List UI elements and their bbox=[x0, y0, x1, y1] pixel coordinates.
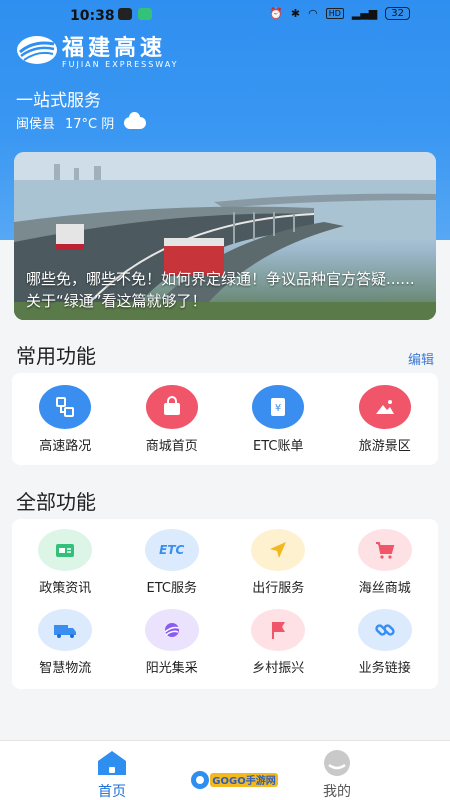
common-functions-grid: 高速路况 商城首页 ¥ ETC账单 旅游景区 bbox=[12, 385, 438, 454]
common-item-label: 高速路况 bbox=[39, 439, 92, 454]
function-label: 出行服务 bbox=[252, 581, 305, 596]
weather-label: 17°C 阴 bbox=[65, 117, 115, 132]
status-time: 10:38 bbox=[70, 8, 115, 24]
all-functions-row: 政策资讯 ETC ETC服务 出行服务 海丝商城 bbox=[12, 529, 438, 596]
common-item-scenery[interactable]: 旅游景区 bbox=[332, 385, 439, 454]
signal-icon: ▂▄▆ bbox=[351, 7, 378, 20]
function-sunshine-procurement[interactable]: 阳光集采 bbox=[119, 609, 226, 676]
brand-logo: 福建高速 FUJIAN EXPRESSWAY bbox=[16, 30, 179, 69]
function-rural-revitalization[interactable]: 乡村振兴 bbox=[225, 609, 332, 676]
brand-name-cn: 福建高速 bbox=[62, 35, 167, 61]
expressway-logo-icon bbox=[17, 35, 57, 64]
truck-icon bbox=[38, 609, 93, 651]
function-smart-logistics[interactable]: 智慧物流 bbox=[12, 609, 119, 676]
news-banner[interactable]: 哪些免，哪些不免！如何界定绿通！争议品种官方答疑......关于“绿通”看这篇就… bbox=[14, 152, 436, 320]
common-item-road-condition[interactable]: 高速路况 bbox=[12, 385, 119, 454]
cloud-icon bbox=[124, 111, 147, 129]
road-condition-icon bbox=[39, 385, 92, 429]
common-functions-title: 常用功能 bbox=[16, 344, 96, 368]
all-functions-row: 智慧物流 阳光集采 乡村振兴 业务链接 bbox=[12, 609, 438, 676]
wifi-icon: ◠ bbox=[308, 7, 318, 20]
svg-text:¥: ¥ bbox=[275, 403, 281, 414]
scenery-icon bbox=[358, 385, 411, 429]
system-status-icons: ⏰ ✱ ◠ HD ▂▄▆ 32 bbox=[269, 7, 410, 20]
weather-info: 闽侯县 17°C 阴 bbox=[16, 111, 147, 132]
function-policy-news[interactable]: 政策资讯 bbox=[12, 529, 119, 596]
function-label: 乡村振兴 bbox=[252, 661, 305, 676]
banner-caption: 哪些免，哪些不免！如何界定绿通！争议品种官方答疑......关于“绿通”看这篇就… bbox=[26, 270, 415, 310]
common-item-shop[interactable]: 商城首页 bbox=[119, 385, 226, 454]
bluetooth-icon: ✱ bbox=[290, 7, 301, 20]
android-icon bbox=[118, 8, 132, 20]
home-icon bbox=[98, 751, 126, 775]
flag-icon bbox=[251, 609, 306, 651]
function-business-link[interactable]: 业务链接 bbox=[332, 609, 439, 676]
function-label: ETC服务 bbox=[146, 581, 197, 596]
all-functions-card: 政策资讯 ETC ETC服务 出行服务 海丝商城 智慧物流 阳光集采 乡村振兴 … bbox=[12, 519, 438, 689]
function-label: 政策资讯 bbox=[39, 581, 92, 596]
all-functions-title: 全部功能 bbox=[16, 490, 96, 514]
tab-home[interactable]: 首页 bbox=[96, 749, 128, 800]
location-label: 闽侯县 bbox=[16, 117, 56, 132]
link-icon bbox=[357, 609, 412, 651]
gogo-watermark-logo: GOGO手游网 bbox=[191, 771, 278, 789]
tab-profile[interactable]: 我的 bbox=[320, 749, 354, 800]
common-item-label: 商城首页 bbox=[145, 439, 198, 454]
alarm-icon: ⏰ bbox=[269, 7, 283, 20]
status-bar: 10:38 ⏰ ✱ ◠ HD ▂▄▆ 32 bbox=[0, 0, 450, 30]
profile-icon bbox=[324, 750, 350, 776]
function-label: 海丝商城 bbox=[358, 581, 411, 596]
edit-button[interactable]: 编辑 bbox=[408, 349, 434, 368]
tab-home-label: 首页 bbox=[98, 784, 126, 800]
common-item-label: ETC账单 bbox=[253, 439, 304, 454]
cart-icon bbox=[357, 529, 412, 571]
common-functions-card: 高速路况 商城首页 ¥ ETC账单 旅游景区 bbox=[12, 373, 438, 465]
message-icon bbox=[138, 8, 152, 20]
function-label: 阳光集采 bbox=[145, 661, 198, 676]
svg-text:GOGO手游网: GOGO手游网 bbox=[212, 774, 275, 787]
service-title: 一站式服务 bbox=[16, 91, 101, 111]
shop-bag-icon bbox=[145, 385, 198, 429]
brand-name-en: FUJIAN EXPRESSWAY bbox=[62, 60, 179, 69]
hd-icon: HD bbox=[325, 8, 344, 19]
etc-icon-text: ETC bbox=[159, 543, 185, 557]
function-label: 智慧物流 bbox=[39, 661, 92, 676]
news-card-icon bbox=[38, 529, 93, 571]
function-etc-service[interactable]: ETC ETC服务 bbox=[119, 529, 226, 596]
function-travel-service[interactable]: 出行服务 bbox=[225, 529, 332, 596]
battery-icon: 32 bbox=[385, 7, 410, 20]
function-label: 业务链接 bbox=[358, 661, 411, 676]
bill-icon: ¥ bbox=[252, 385, 305, 429]
notification-icons bbox=[118, 8, 152, 20]
function-silk-mall[interactable]: 海丝商城 bbox=[332, 529, 439, 596]
planet-icon bbox=[144, 609, 199, 651]
bottom-tab-bar: 首页 GOGO手游网 我的 bbox=[0, 740, 450, 800]
common-item-etc-bill[interactable]: ¥ ETC账单 bbox=[225, 385, 332, 454]
tab-profile-label: 我的 bbox=[323, 784, 351, 800]
navigation-arrow-icon bbox=[251, 529, 306, 571]
etc-icon: ETC bbox=[144, 529, 199, 571]
common-item-label: 旅游景区 bbox=[358, 439, 411, 454]
